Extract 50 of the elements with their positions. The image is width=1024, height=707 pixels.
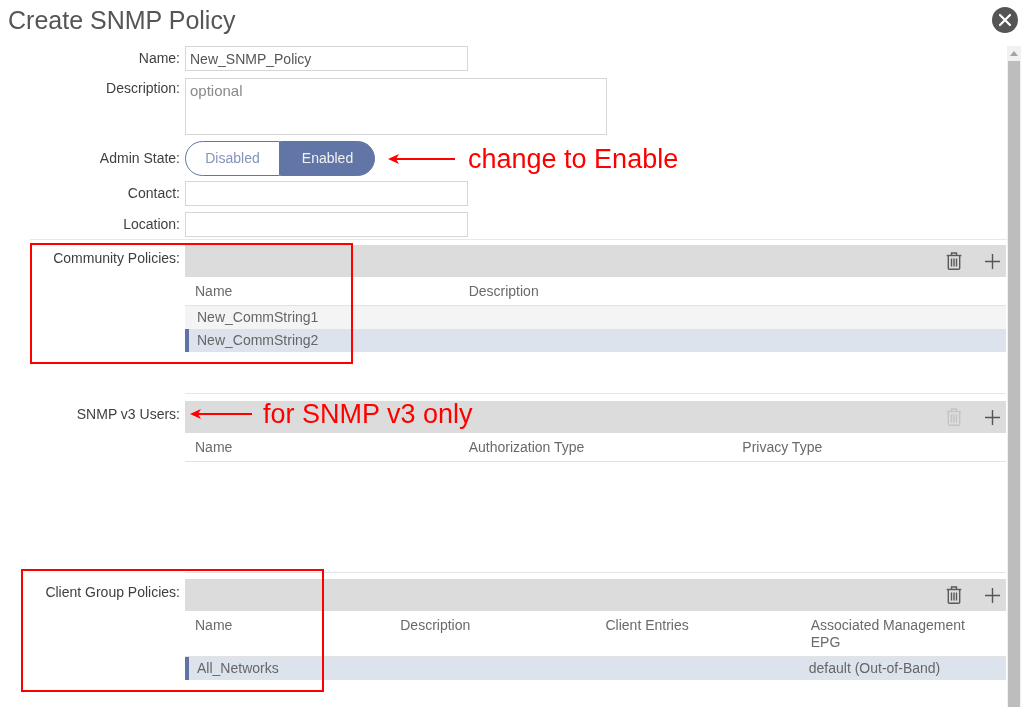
- field-label: Description:: [106, 80, 180, 97]
- annotation-text: change to Enable: [468, 143, 679, 174]
- input-field[interactable]: [185, 181, 468, 206]
- table-cell: default (Out-of-Band): [808, 660, 941, 677]
- scrollbar[interactable]: [1007, 46, 1021, 707]
- field-label: Admin State:: [99, 150, 180, 167]
- column-header: Name: [195, 439, 233, 455]
- section-label: SNMP v3 Users:: [76, 406, 180, 423]
- trash-icon: [946, 586, 962, 604]
- column-header: Client Entries: [605, 617, 689, 633]
- field-label: Contact:: [127, 185, 180, 202]
- add-button[interactable]: [985, 409, 1000, 425]
- column-header: Privacy Type: [742, 439, 823, 455]
- dialog-title: Create SNMP Policy: [8, 5, 236, 35]
- column-header: Name: [195, 283, 233, 299]
- field-label: Location:: [123, 216, 180, 233]
- add-button[interactable]: [985, 253, 1000, 269]
- table-cell: New_CommString2: [197, 332, 319, 349]
- table-cell: New_CommString1: [197, 309, 319, 326]
- column-header: Description: [400, 617, 471, 633]
- table-row[interactable]: New_CommString2: [185, 329, 1006, 352]
- trash-icon: [946, 252, 962, 270]
- input-field[interactable]: [185, 212, 468, 237]
- table-cell: All_Networks: [197, 660, 279, 677]
- section-label: Client Group Policies:: [45, 584, 180, 601]
- table-row[interactable]: New_CommString1: [185, 306, 1006, 329]
- plus-icon: [985, 253, 1000, 269]
- close-button[interactable]: [992, 7, 1018, 33]
- annotation-text: for SNMP v3 only: [263, 399, 473, 429]
- column-header: Authorization Type: [468, 439, 585, 455]
- column-header: Name: [195, 617, 233, 633]
- textarea-field[interactable]: optional: [185, 78, 607, 135]
- scrollbar-thumb[interactable]: [1008, 61, 1020, 707]
- trash-icon: [946, 408, 962, 426]
- delete-button[interactable]: [946, 586, 962, 604]
- field-label: Name:: [138, 50, 180, 67]
- section-label: Community Policies:: [53, 250, 180, 267]
- arrow-left-icon: [388, 152, 455, 165]
- column-header: Description: [468, 283, 539, 299]
- toggle-option[interactable]: Disabled: [185, 141, 280, 176]
- table-row[interactable]: All_Networks default (Out-of-Band): [185, 657, 1006, 680]
- toggle-option[interactable]: Enabled: [280, 141, 375, 176]
- plus-icon: [985, 587, 1000, 603]
- close-icon: [992, 7, 1018, 33]
- arrow-left-icon: [190, 408, 252, 420]
- column-header: Associated Management EPG: [810, 617, 965, 650]
- plus-icon: [985, 409, 1000, 425]
- input-field[interactable]: New_SNMP_Policy: [185, 46, 468, 71]
- add-button[interactable]: [985, 587, 1000, 603]
- delete-button[interactable]: [946, 252, 962, 270]
